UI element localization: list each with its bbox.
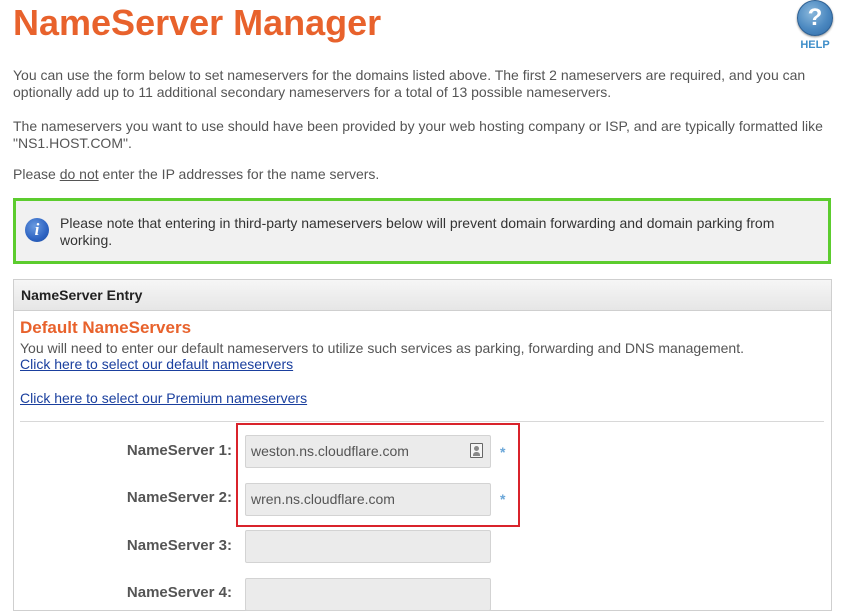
nameserver-2-input[interactable]: wren.ns.cloudflare.com bbox=[245, 483, 491, 516]
nameserver-3-input[interactable] bbox=[245, 530, 491, 563]
default-nameservers-description: You will need to enter our default names… bbox=[20, 340, 744, 356]
contact-card-icon[interactable] bbox=[470, 443, 483, 458]
do-not-emphasis: do not bbox=[59, 166, 99, 182]
intro-paragraph-3-start: Please bbox=[13, 166, 60, 182]
nameserver-4-label: NameServer 4: bbox=[126, 584, 232, 601]
nameserver-4-input[interactable] bbox=[245, 578, 491, 611]
nameserver-2-required-marker: * bbox=[500, 491, 506, 507]
page-title: NameServer Manager bbox=[13, 2, 382, 43]
intro-paragraph-3: Please do not enter the IP addresses for… bbox=[13, 166, 835, 183]
default-nameservers-title: Default NameServers bbox=[20, 318, 192, 337]
info-icon: i bbox=[25, 218, 49, 242]
nameserver-entry-panel: NameServer Entry Default NameServers You… bbox=[13, 279, 832, 611]
intro-paragraph-2: The nameservers you want to use should h… bbox=[13, 118, 823, 151]
nameserver-1-required-marker: * bbox=[500, 444, 506, 460]
intro-paragraph-3-end: enter the IP addresses for the name serv… bbox=[98, 166, 380, 182]
nameserver-1-input[interactable]: weston.ns.cloudflare.com bbox=[245, 435, 491, 468]
nameserver-3-label: NameServer 3: bbox=[126, 537, 232, 554]
select-premium-nameservers-link[interactable]: Click here to select our Premium nameser… bbox=[20, 390, 307, 406]
nameserver-1-label: NameServer 1: bbox=[126, 442, 232, 459]
help-button[interactable]: ? HELP bbox=[795, 0, 835, 51]
divider bbox=[20, 421, 824, 422]
help-label[interactable]: HELP bbox=[795, 39, 835, 51]
help-icon[interactable]: ? bbox=[797, 0, 833, 36]
notice-text: Please note that entering in third-party… bbox=[60, 215, 775, 248]
select-default-nameservers-link[interactable]: Click here to select our default nameser… bbox=[20, 356, 293, 372]
notice-box: i Please note that entering in third-par… bbox=[13, 198, 831, 264]
intro-paragraph-1: You can use the form below to set namese… bbox=[13, 67, 806, 100]
panel-header: NameServer Entry bbox=[14, 280, 831, 311]
nameserver-2-label: NameServer 2: bbox=[126, 489, 232, 506]
